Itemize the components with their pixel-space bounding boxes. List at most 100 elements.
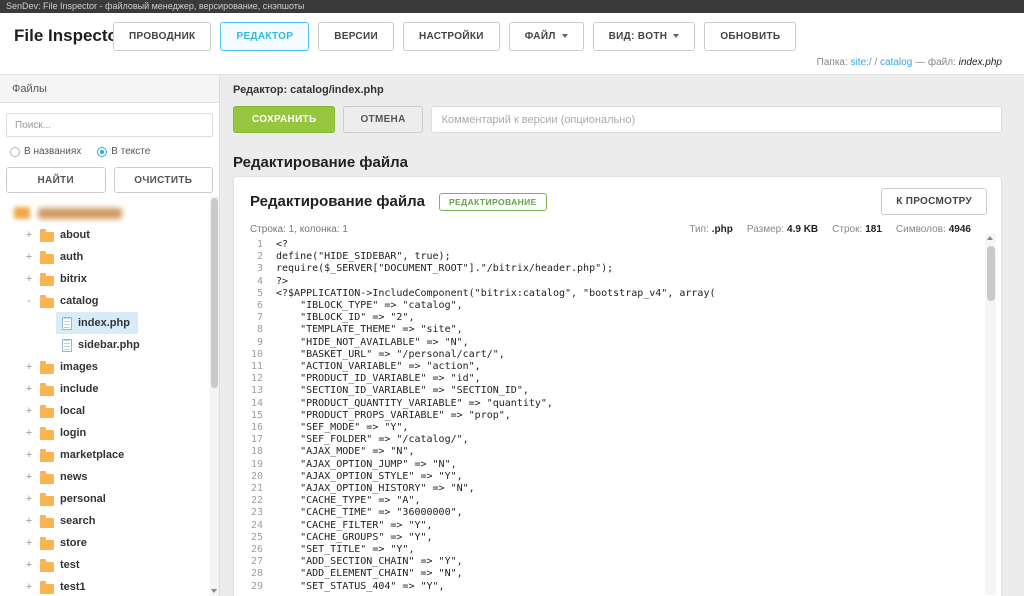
code-text: ?> [276,276,288,288]
tree-item-personal[interactable]: +personal [0,488,210,510]
tree-toggle-icon[interactable]: + [24,515,34,527]
tree-item-label: marketplace [60,449,124,461]
file-stats: Тип:.phpРазмер:4.9 KBСтрок:181Символов:4… [689,224,971,235]
tree-item-sidebar-php[interactable]: sidebar.php [0,334,210,356]
tree-toggle-icon[interactable]: + [24,405,34,417]
tab-editor[interactable]: РЕДАКТОР [220,22,309,51]
file-stat: Строк:181 [832,224,882,235]
tree-item-bitrix[interactable]: +bitrix [0,268,210,290]
save-button[interactable]: СОХРАНИТЬ [233,106,335,133]
tree-item-store[interactable]: +store [0,532,210,554]
code-text: "BASKET_URL" => "/personal/cart/", [276,349,505,361]
tree-item-images[interactable]: +images [0,356,210,378]
tree-toggle-icon[interactable]: + [24,273,34,285]
code-editor[interactable]: 1<?2define("HIDE_SIDEBAR", true);3requir… [244,239,973,596]
tree-item-content: test [40,554,88,576]
tree-item-search[interactable]: +search [0,510,210,532]
code-text: "AJAX_MODE" => "N", [276,446,414,458]
clear-button[interactable]: ОЧИСТИТЬ [114,167,214,193]
file-stat: Тип:.php [689,224,733,235]
menu-view[interactable]: ВИД: BOTH [593,22,696,51]
code-text: "CACHE_FILTER" => "Y", [276,520,433,532]
tree-toggle-icon[interactable]: + [24,493,34,505]
tree-toggle-icon[interactable]: + [24,229,34,241]
version-comment-input[interactable] [431,106,1002,133]
find-button[interactable]: НАЙТИ [6,167,106,193]
scroll-down-icon[interactable] [211,589,217,593]
code-line: 27 "ADD_SECTION_CHAIN" => "Y", [244,556,973,568]
tree-item-marketplace[interactable]: + marketplace [0,444,210,466]
tree-toggle-icon[interactable]: + [24,581,34,593]
cancel-button[interactable]: ОТМЕНА [343,106,422,133]
tree-toggle-icon[interactable]: + [24,537,34,549]
line-number: 4 [244,276,276,288]
code-line: 23 "CACHE_TIME" => "36000000", [244,507,973,519]
scrollbar-thumb[interactable] [211,198,218,388]
tree-item-news[interactable]: +news [0,466,210,488]
tree-toggle-icon[interactable]: + [24,361,34,373]
tree-item-about[interactable]: +about [0,224,210,246]
line-number: 20 [244,471,276,483]
line-number: 24 [244,520,276,532]
tree-item-index-php[interactable]: index.php [0,312,210,334]
tree-item-content: test1 [40,576,94,596]
stat-label: Строк: [832,224,862,235]
line-number: 18 [244,446,276,458]
code-line: 6 "IBLOCK_TYPE" => "catalog", [244,300,973,312]
code-text: "CACHE_GROUPS" => "Y", [276,532,433,544]
tree-item-test1[interactable]: + test1 [0,576,210,596]
breadcrumb-file-name: index.php [959,57,1002,68]
tree-toggle-icon[interactable]: + [24,449,34,461]
sidebar-scrollbar[interactable] [210,196,219,596]
code-text: "SET_TITLE" => "Y", [276,544,414,556]
scrollbar-thumb[interactable] [987,246,995,301]
tree-item-include[interactable]: +include [0,378,210,400]
editing-badge: РЕДАКТИРОВАНИЕ [439,193,547,211]
tree-toggle-icon[interactable]: + [24,251,34,263]
folder-icon [40,386,54,396]
tree-item-test[interactable]: + test [0,554,210,576]
tab-versions[interactable]: ВЕРСИИ [318,22,394,51]
tree-toggle-icon[interactable]: + [24,383,34,395]
tab-explorer[interactable]: ПРОВОДНИК [113,22,211,51]
radio-search-names[interactable]: В названиях [10,146,81,157]
breadcrumb: Папка: site:/ / catalog — файл: index.ph… [817,57,1002,68]
radio-circle-checked-icon [97,147,107,157]
tree-item-auth[interactable]: +auth [0,246,210,268]
folder-icon [14,207,30,219]
editor-scrollbar[interactable] [985,233,996,595]
line-number: 15 [244,410,276,422]
sidebar-title: Файлы [0,75,219,103]
tab-settings[interactable]: НАСТРОЙКИ [403,22,500,51]
code-text: "PRODUCT_QUANTITY_VARIABLE" => "quantity… [276,398,553,410]
tree-item-login[interactable]: +login [0,422,210,444]
folder-icon [40,298,54,308]
tree-root[interactable] [0,202,210,224]
tree-item-local[interactable]: +local [0,400,210,422]
file-icon [62,317,72,330]
code-line: 3require($_SERVER["DOCUMENT_ROOT"]."/bit… [244,263,973,275]
line-number: 16 [244,422,276,434]
menu-file[interactable]: ФАЙЛ [509,22,584,51]
cursor-position-status: Строка: 1, колонка: 1 [250,224,348,235]
tree-item-catalog[interactable]: -catalog [0,290,210,312]
tree-toggle-icon[interactable]: + [24,471,34,483]
folder-icon [40,364,54,374]
radio-search-text[interactable]: В тексте [97,146,150,157]
code-text: "HIDE_NOT_AVAILABLE" => "N", [276,337,469,349]
breadcrumb-site-link[interactable]: site:/ [851,57,872,68]
scroll-up-icon[interactable] [987,236,993,240]
code-text: "PRODUCT_PROPS_VARIABLE" => "prop", [276,410,511,422]
tree-toggle-icon[interactable]: - [24,295,34,307]
refresh-button[interactable]: ОБНОВИТЬ [704,22,796,51]
header-nav: ПРОВОДНИК РЕДАКТОР ВЕРСИИ НАСТРОЙКИ ФАЙЛ ВИД:… [113,22,796,51]
tree-toggle-icon[interactable]: + [24,559,34,571]
code-line: 12 "PRODUCT_ID_VARIABLE" => "id", [244,373,973,385]
breadcrumb-catalog-link[interactable]: catalog [880,57,912,68]
line-number: 23 [244,507,276,519]
tree-toggle-icon[interactable]: + [24,427,34,439]
code-line: 14 "PRODUCT_QUANTITY_VARIABLE" => "quant… [244,398,973,410]
search-input[interactable] [6,113,213,137]
view-mode-button[interactable]: К ПРОСМОТРУ [881,188,987,215]
line-number: 21 [244,483,276,495]
